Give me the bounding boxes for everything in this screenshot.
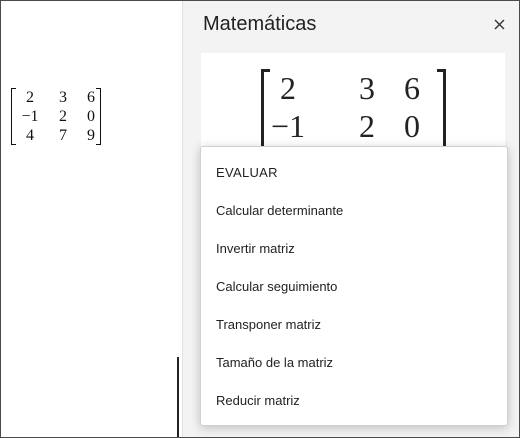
matrix-cell: 2 bbox=[59, 108, 67, 125]
close-icon bbox=[494, 19, 504, 29]
menu-item-invert-matrix[interactable]: Invertir matriz bbox=[201, 229, 507, 267]
preview-cell: 2 bbox=[359, 108, 375, 144]
preview-cell: 2 bbox=[280, 70, 296, 106]
preview-cell: 3 bbox=[359, 70, 375, 106]
matrix-cell: −1 bbox=[21, 108, 39, 125]
menu-item-evaluate[interactable]: EVALUAR bbox=[201, 153, 507, 191]
preview-cell: −1 bbox=[270, 108, 306, 144]
menu-item-calculate-trace[interactable]: Calcular seguimiento bbox=[201, 267, 507, 305]
matrix-cell: 2 bbox=[26, 89, 34, 106]
matrix-left-bracket bbox=[11, 88, 16, 145]
matrix-cell: 0 bbox=[87, 108, 95, 125]
matrix-cell: 3 bbox=[59, 89, 67, 106]
evaluate-dropdown-menu: EVALUAR Calcular determinante Invertir m… bbox=[200, 146, 508, 426]
text-cursor bbox=[177, 357, 179, 437]
menu-item-transpose-matrix[interactable]: Transponer matriz bbox=[201, 305, 507, 343]
pane-title: Matemáticas bbox=[203, 13, 317, 35]
note-canvas[interactable]: 2 3 6 −1 2 0 4 7 9 bbox=[1, 1, 182, 437]
menu-item-calculate-determinant[interactable]: Calcular determinante bbox=[201, 191, 507, 229]
matrix-cell: 6 bbox=[87, 89, 95, 106]
close-button[interactable] bbox=[488, 13, 510, 35]
matrix-cell: 9 bbox=[87, 127, 95, 144]
matrix-cell: 4 bbox=[26, 127, 34, 144]
preview-cell: 0 bbox=[404, 108, 420, 144]
preview-cell: 6 bbox=[404, 70, 420, 106]
menu-item-reduce-matrix[interactable]: Reducir matriz bbox=[201, 381, 507, 419]
matrix-cell: 7 bbox=[59, 127, 67, 144]
menu-item-matrix-size[interactable]: Tamaño de la matriz bbox=[201, 343, 507, 381]
